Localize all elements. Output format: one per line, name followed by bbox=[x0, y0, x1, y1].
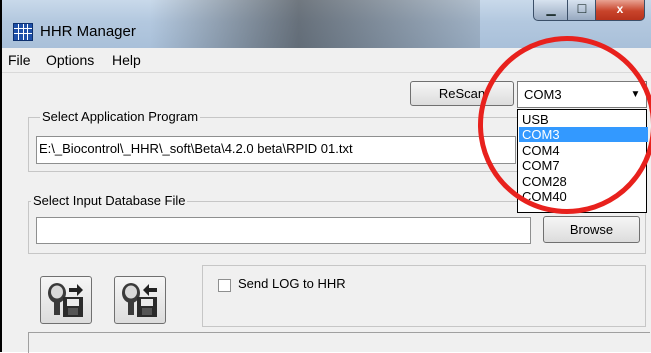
menu-bar: File Options Help bbox=[2, 48, 651, 73]
app-program-label: Select Application Program bbox=[40, 109, 201, 124]
com-port-option-com40[interactable]: COM40 bbox=[519, 189, 648, 204]
minimize-button[interactable]: ▁ bbox=[533, 0, 569, 21]
app-grid-icon bbox=[13, 23, 33, 41]
title-bar-shade bbox=[150, 0, 480, 48]
window-left-border bbox=[0, 0, 2, 352]
com-port-option-com4[interactable]: COM4 bbox=[519, 143, 648, 158]
device-to-disk-icon bbox=[48, 283, 83, 317]
send-to-device-button[interactable] bbox=[40, 276, 92, 324]
menu-options[interactable]: Options bbox=[46, 52, 94, 68]
input-db-label: Select Input Database File bbox=[31, 193, 188, 208]
maximize-button[interactable]: ☐ bbox=[567, 0, 597, 21]
rescan-button[interactable]: ReScan bbox=[410, 81, 514, 106]
input-db-path-field[interactable] bbox=[36, 217, 531, 244]
disk-to-device-icon bbox=[122, 283, 157, 317]
send-log-panel bbox=[202, 265, 646, 327]
com-port-option-com3[interactable]: COM3 bbox=[519, 127, 648, 142]
menu-file[interactable]: File bbox=[8, 52, 31, 68]
com-port-option-com7[interactable]: COM7 bbox=[519, 158, 648, 173]
chevron-down-icon[interactable]: ▼ bbox=[627, 84, 644, 105]
com-port-dropdown-list: USB COM3 COM4 COM7 COM28 COM40 bbox=[517, 109, 648, 213]
com-port-option-usb[interactable]: USB bbox=[519, 112, 648, 127]
app-program-path-field[interactable]: E:\_Biocontrol\_HHR\_soft\Beta\4.2.0 bet… bbox=[36, 136, 516, 164]
bottom-panel bbox=[28, 332, 650, 353]
com-port-selected-value: COM3 bbox=[524, 87, 562, 102]
close-button[interactable]: x bbox=[595, 0, 645, 21]
send-log-checkbox[interactable] bbox=[218, 279, 231, 292]
menu-help[interactable]: Help bbox=[112, 52, 141, 68]
com-port-option-com28[interactable]: COM28 bbox=[519, 174, 648, 189]
com-port-select[interactable]: COM3 ▼ bbox=[517, 81, 647, 108]
window-title: HHR Manager bbox=[40, 23, 136, 40]
receive-from-device-button[interactable] bbox=[114, 276, 166, 324]
send-log-label: Send LOG to HHR bbox=[238, 276, 346, 291]
browse-button[interactable]: Browse bbox=[543, 216, 640, 243]
